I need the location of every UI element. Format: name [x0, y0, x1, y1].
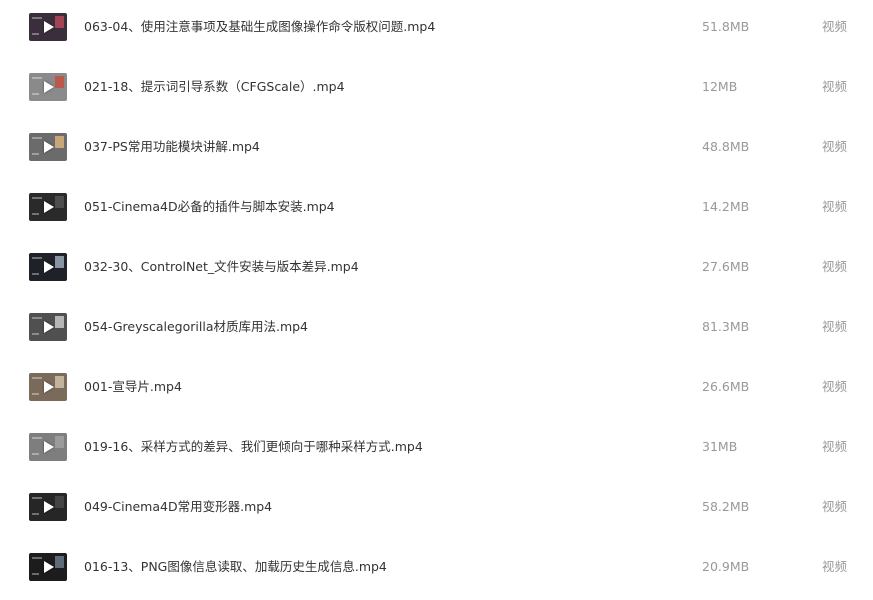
video-thumbnail[interactable] [29, 13, 67, 41]
play-icon[interactable] [44, 501, 54, 513]
file-row[interactable]: 037-PS常用功能模块讲解.mp4 48.8MB 视频 [0, 120, 873, 180]
file-row[interactable]: 051-Cinema4D必备的插件与脚本安装.mp4 14.2MB 视频 [0, 180, 873, 240]
play-icon[interactable] [44, 441, 54, 453]
play-icon[interactable] [44, 201, 54, 213]
file-size: 14.2MB [702, 199, 750, 214]
file-type: 视频 [822, 79, 848, 94]
file-size: 81.3MB [702, 319, 750, 334]
file-name[interactable]: 063-04、使用注意事项及基础生成图像操作命令版权问题.mp4 [84, 19, 435, 35]
file-name[interactable]: 054-Greyscalegorilla材质库用法.mp4 [84, 319, 308, 335]
file-type: 视频 [822, 19, 848, 34]
video-thumbnail[interactable] [29, 373, 67, 401]
video-thumbnail[interactable] [29, 73, 67, 101]
file-row[interactable]: 032-30、ControlNet_文件安装与版本差异.mp4 27.6MB 视… [0, 240, 873, 300]
file-type: 视频 [822, 439, 848, 454]
file-size: 12MB [702, 79, 738, 94]
file-size: 26.6MB [702, 379, 750, 394]
video-thumbnail[interactable] [29, 133, 67, 161]
file-list: 063-04、使用注意事项及基础生成图像操作命令版权问题.mp4 51.8MB … [0, 0, 873, 592]
file-name[interactable]: 016-13、PNG图像信息读取、加载历史生成信息.mp4 [84, 559, 387, 575]
file-row[interactable]: 054-Greyscalegorilla材质库用法.mp4 81.3MB 视频 [0, 300, 873, 360]
play-icon[interactable] [44, 321, 54, 333]
file-type: 视频 [822, 379, 848, 394]
file-name[interactable]: 037-PS常用功能模块讲解.mp4 [84, 139, 260, 155]
file-size: 51.8MB [702, 19, 750, 34]
file-name[interactable]: 051-Cinema4D必备的插件与脚本安装.mp4 [84, 199, 335, 215]
file-type: 视频 [822, 139, 848, 154]
file-type: 视频 [822, 319, 848, 334]
video-thumbnail[interactable] [29, 553, 67, 581]
video-thumbnail[interactable] [29, 493, 67, 521]
file-type: 视频 [822, 559, 848, 574]
file-size: 31MB [702, 439, 738, 454]
file-size: 48.8MB [702, 139, 750, 154]
video-thumbnail[interactable] [29, 253, 67, 281]
file-name[interactable]: 001-宣导片.mp4 [84, 379, 182, 395]
play-icon[interactable] [44, 21, 54, 33]
play-icon[interactable] [44, 561, 54, 573]
play-icon[interactable] [44, 141, 54, 153]
file-name[interactable]: 019-16、采样方式的差异、我们更倾向于哪种采样方式.mp4 [84, 439, 423, 455]
file-row[interactable]: 063-04、使用注意事项及基础生成图像操作命令版权问题.mp4 51.8MB … [0, 0, 873, 60]
file-type: 视频 [822, 259, 848, 274]
file-name[interactable]: 021-18、提示词引导系数（CFGScale）.mp4 [84, 79, 345, 95]
file-size: 27.6MB [702, 259, 750, 274]
file-type: 视频 [822, 199, 848, 214]
file-size: 58.2MB [702, 499, 750, 514]
file-row[interactable]: 001-宣导片.mp4 26.6MB 视频 [0, 360, 873, 420]
file-row[interactable]: 016-13、PNG图像信息读取、加载历史生成信息.mp4 20.9MB 视频 [0, 540, 873, 600]
play-icon[interactable] [44, 261, 54, 273]
play-icon[interactable] [44, 81, 54, 93]
file-name[interactable]: 049-Cinema4D常用变形器.mp4 [84, 499, 272, 515]
file-name[interactable]: 032-30、ControlNet_文件安装与版本差异.mp4 [84, 259, 359, 275]
file-row[interactable]: 021-18、提示词引导系数（CFGScale）.mp4 12MB 视频 [0, 60, 873, 120]
video-thumbnail[interactable] [29, 313, 67, 341]
play-icon[interactable] [44, 381, 54, 393]
file-row[interactable]: 019-16、采样方式的差异、我们更倾向于哪种采样方式.mp4 31MB 视频 [0, 420, 873, 480]
video-thumbnail[interactable] [29, 433, 67, 461]
file-row[interactable]: 049-Cinema4D常用变形器.mp4 58.2MB 视频 [0, 480, 873, 540]
file-type: 视频 [822, 499, 848, 514]
video-thumbnail[interactable] [29, 193, 67, 221]
file-size: 20.9MB [702, 559, 750, 574]
